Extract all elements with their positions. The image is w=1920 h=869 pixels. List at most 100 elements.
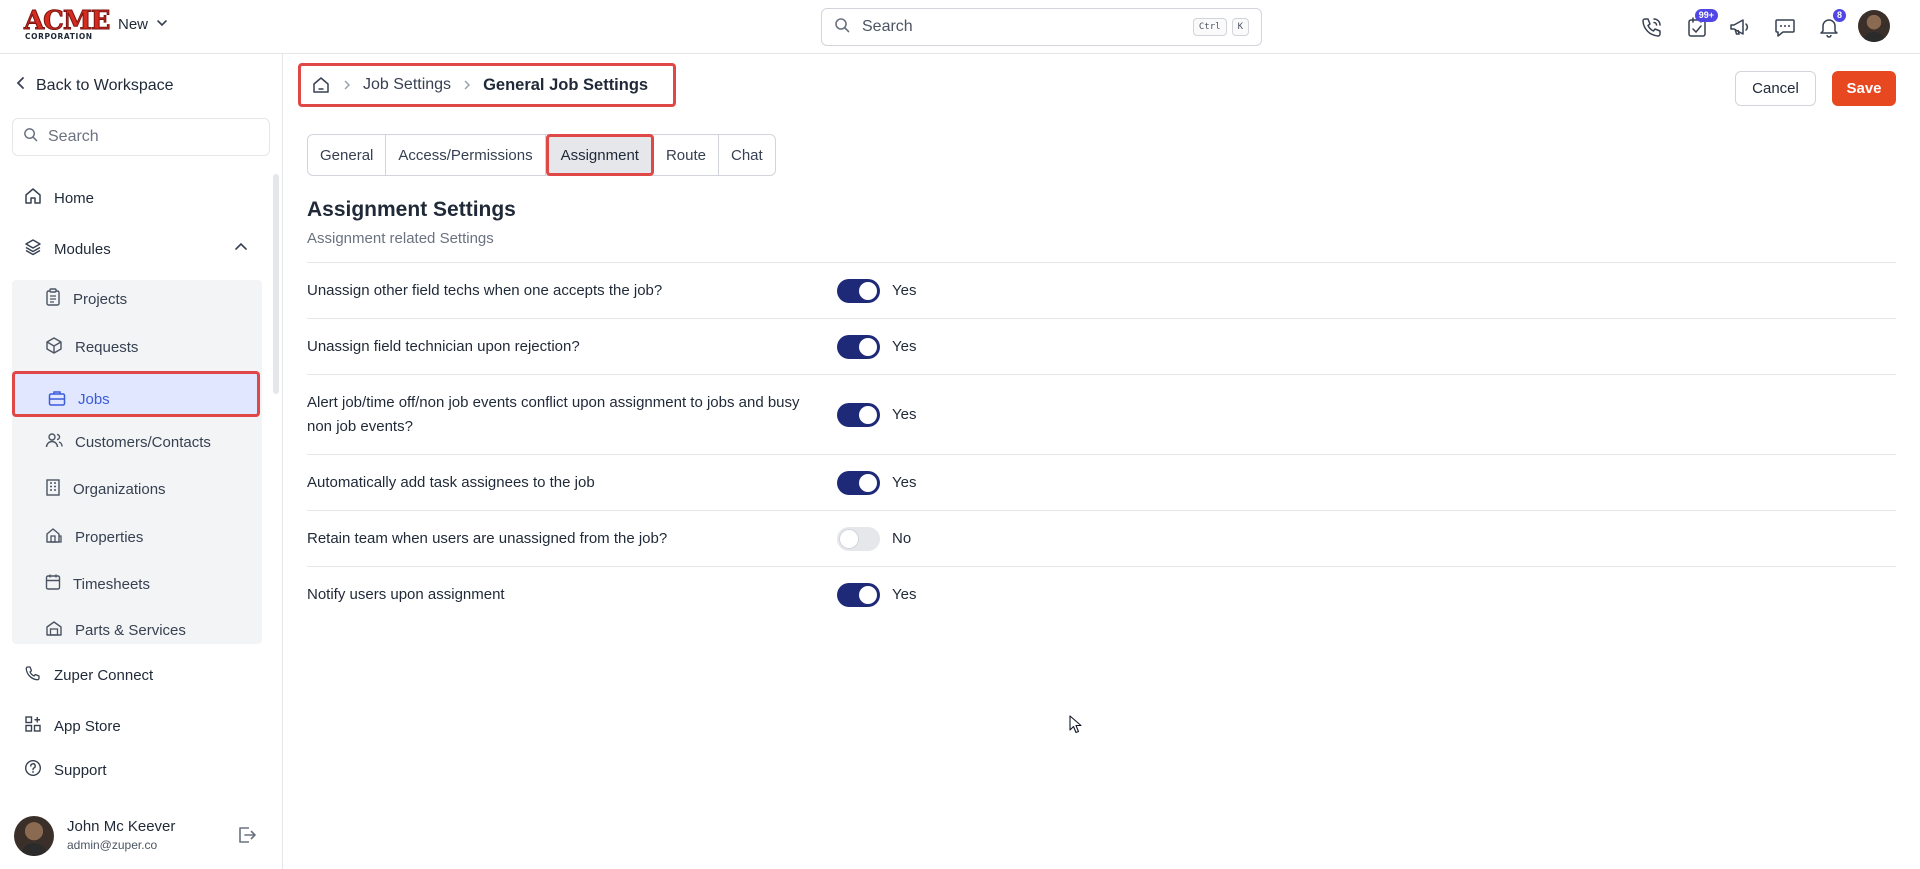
help-icon [24,759,42,781]
megaphone-icon[interactable] [1727,14,1753,40]
setting-toggle-auto-add-task-assignees[interactable] [837,471,880,495]
toggle-knob [859,282,877,300]
home-icon[interactable] [311,75,331,95]
briefcase-icon [48,390,66,410]
setting-question: Retain team when users are unassigned fr… [307,530,668,547]
sidebar-item-timesheets[interactable]: Timesheets [45,573,150,595]
chevron-right-icon [343,79,351,91]
divider [307,262,1896,263]
search-icon [23,127,38,147]
user-email: admin@zuper.co [67,838,158,852]
tasks-badge: 99+ [1694,9,1718,22]
user-avatar-top[interactable] [1858,10,1890,42]
avatar[interactable] [14,816,54,856]
section-subtitle: Assignment related Settings [307,230,494,247]
setting-toggle-alert-conflicts[interactable] [837,403,880,427]
modules-list: Projects Requests Jobs Customers/Contact… [12,280,262,644]
sidebar-item-modules[interactable]: Modules [24,238,248,260]
sidebar-item-properties[interactable]: Properties [45,526,143,548]
sidebar-item-parts-services[interactable]: Parts & Services [45,619,186,641]
tab-chat[interactable]: Chat [719,135,775,175]
bell-icon[interactable]: 8 [1816,9,1846,40]
home-icon [24,187,42,209]
cancel-button[interactable]: Cancel [1735,71,1816,106]
divider [307,566,1896,567]
setting-value: Yes [892,338,917,355]
parts-icon [45,619,63,641]
sidebar-item-label: Support [54,761,107,779]
global-search[interactable]: Ctrl K [821,8,1262,46]
setting-toggle-retain-team[interactable] [837,527,880,551]
tab-general[interactable]: General [308,135,387,175]
chevron-down-icon [156,16,168,33]
users-icon [45,431,63,453]
sidebar-item-customers-contacts[interactable]: Customers/Contacts [45,431,211,453]
sidebar-item-organizations[interactable]: Organizations [45,478,166,500]
chevron-left-icon [16,76,26,95]
tab-access-permissions[interactable]: Access/Permissions [386,135,546,175]
global-search-input[interactable] [862,18,1188,36]
logo-text: ACME [24,6,111,36]
sidebar-item-label: Modules [54,240,111,258]
setting-value: Yes [892,586,917,603]
user-name: John Mc Keever [67,818,176,835]
sidebar-item-label: Jobs [78,391,110,408]
mouse-cursor-icon [1069,715,1083,740]
tasks-icon[interactable]: 99+ [1684,9,1718,40]
sidebar-item-label: Zuper Connect [54,666,154,684]
setting-question: Alert job/time off/non job events confli… [307,394,800,435]
sidebar-item-label: Parts & Services [75,621,186,639]
setting-value: No [892,530,912,547]
tab-assignment[interactable]: Assignment [545,134,654,176]
top-bar: ACME CORPORATION New Ctrl K 99+ 8 [0,0,1920,54]
logo-subtext: CORPORATION [25,32,93,41]
notifications-badge: 8 [1832,9,1846,22]
sidebar-item-requests[interactable]: Requests [45,336,138,358]
chat-icon[interactable] [1772,14,1798,40]
breadcrumb-job-settings[interactable]: Job Settings [363,76,451,94]
sidebar-scrollbar[interactable] [273,174,279,394]
setting-toggle-unassign-other-techs[interactable] [837,279,880,303]
breadcrumb: Job Settings General Job Settings [298,63,676,107]
sidebar-search-input[interactable] [48,128,248,146]
toggle-knob [859,586,877,604]
toggle-knob [859,406,877,424]
chevron-up-icon [234,240,248,258]
setting-question: Unassign other field techs when one acce… [307,282,663,299]
setting-toggle-notify-users[interactable] [837,583,880,607]
section-title: Assignment Settings [307,198,516,221]
setting-value: Yes [892,474,917,491]
sidebar-item-jobs[interactable]: Jobs [12,371,260,417]
divider [307,454,1896,455]
sidebar-item-label: Customers/Contacts [75,433,211,451]
sidebar-item-label: App Store [54,717,121,735]
settings-tabs: General Access/Permissions Assignment Ro… [307,134,776,176]
acme-logo[interactable]: ACME CORPORATION [24,6,111,41]
sidebar-item-label: Projects [73,290,128,308]
sidebar-item-home[interactable]: Home [24,187,94,209]
shortcut-k-key: K [1231,18,1249,36]
sidebar-search[interactable] [12,118,270,156]
sidebar-item-label: Requests [75,338,139,356]
toggle-knob [859,338,877,356]
breadcrumb-current-page: General Job Settings [483,75,649,94]
phone-icon[interactable] [1639,14,1665,40]
sidebar: Back to Workspace Home Modules Projects … [0,54,283,869]
save-button[interactable]: Save [1832,71,1896,106]
sidebar-item-label: Home [54,189,95,207]
back-to-workspace-link[interactable]: Back to Workspace [16,76,174,95]
sidebar-item-app-store[interactable]: App Store [24,715,121,737]
toggle-knob [859,474,877,492]
setting-toggle-unassign-on-rejection[interactable] [837,335,880,359]
sidebar-item-support[interactable]: Support [24,759,107,781]
shortcut-ctrl-key: Ctrl [1192,18,1227,36]
setting-question: Notify users upon assignment [307,586,505,603]
phone-icon [24,664,42,686]
user-profile-card: John Mc Keever admin@zuper.co [14,814,274,858]
sidebar-item-zuper-connect[interactable]: Zuper Connect [24,664,153,686]
sidebar-item-projects[interactable]: Projects [45,288,127,310]
new-button[interactable]: New [118,16,168,33]
tab-route[interactable]: Route [654,135,719,175]
new-button-label: New [118,16,149,33]
logout-icon[interactable] [236,824,258,851]
